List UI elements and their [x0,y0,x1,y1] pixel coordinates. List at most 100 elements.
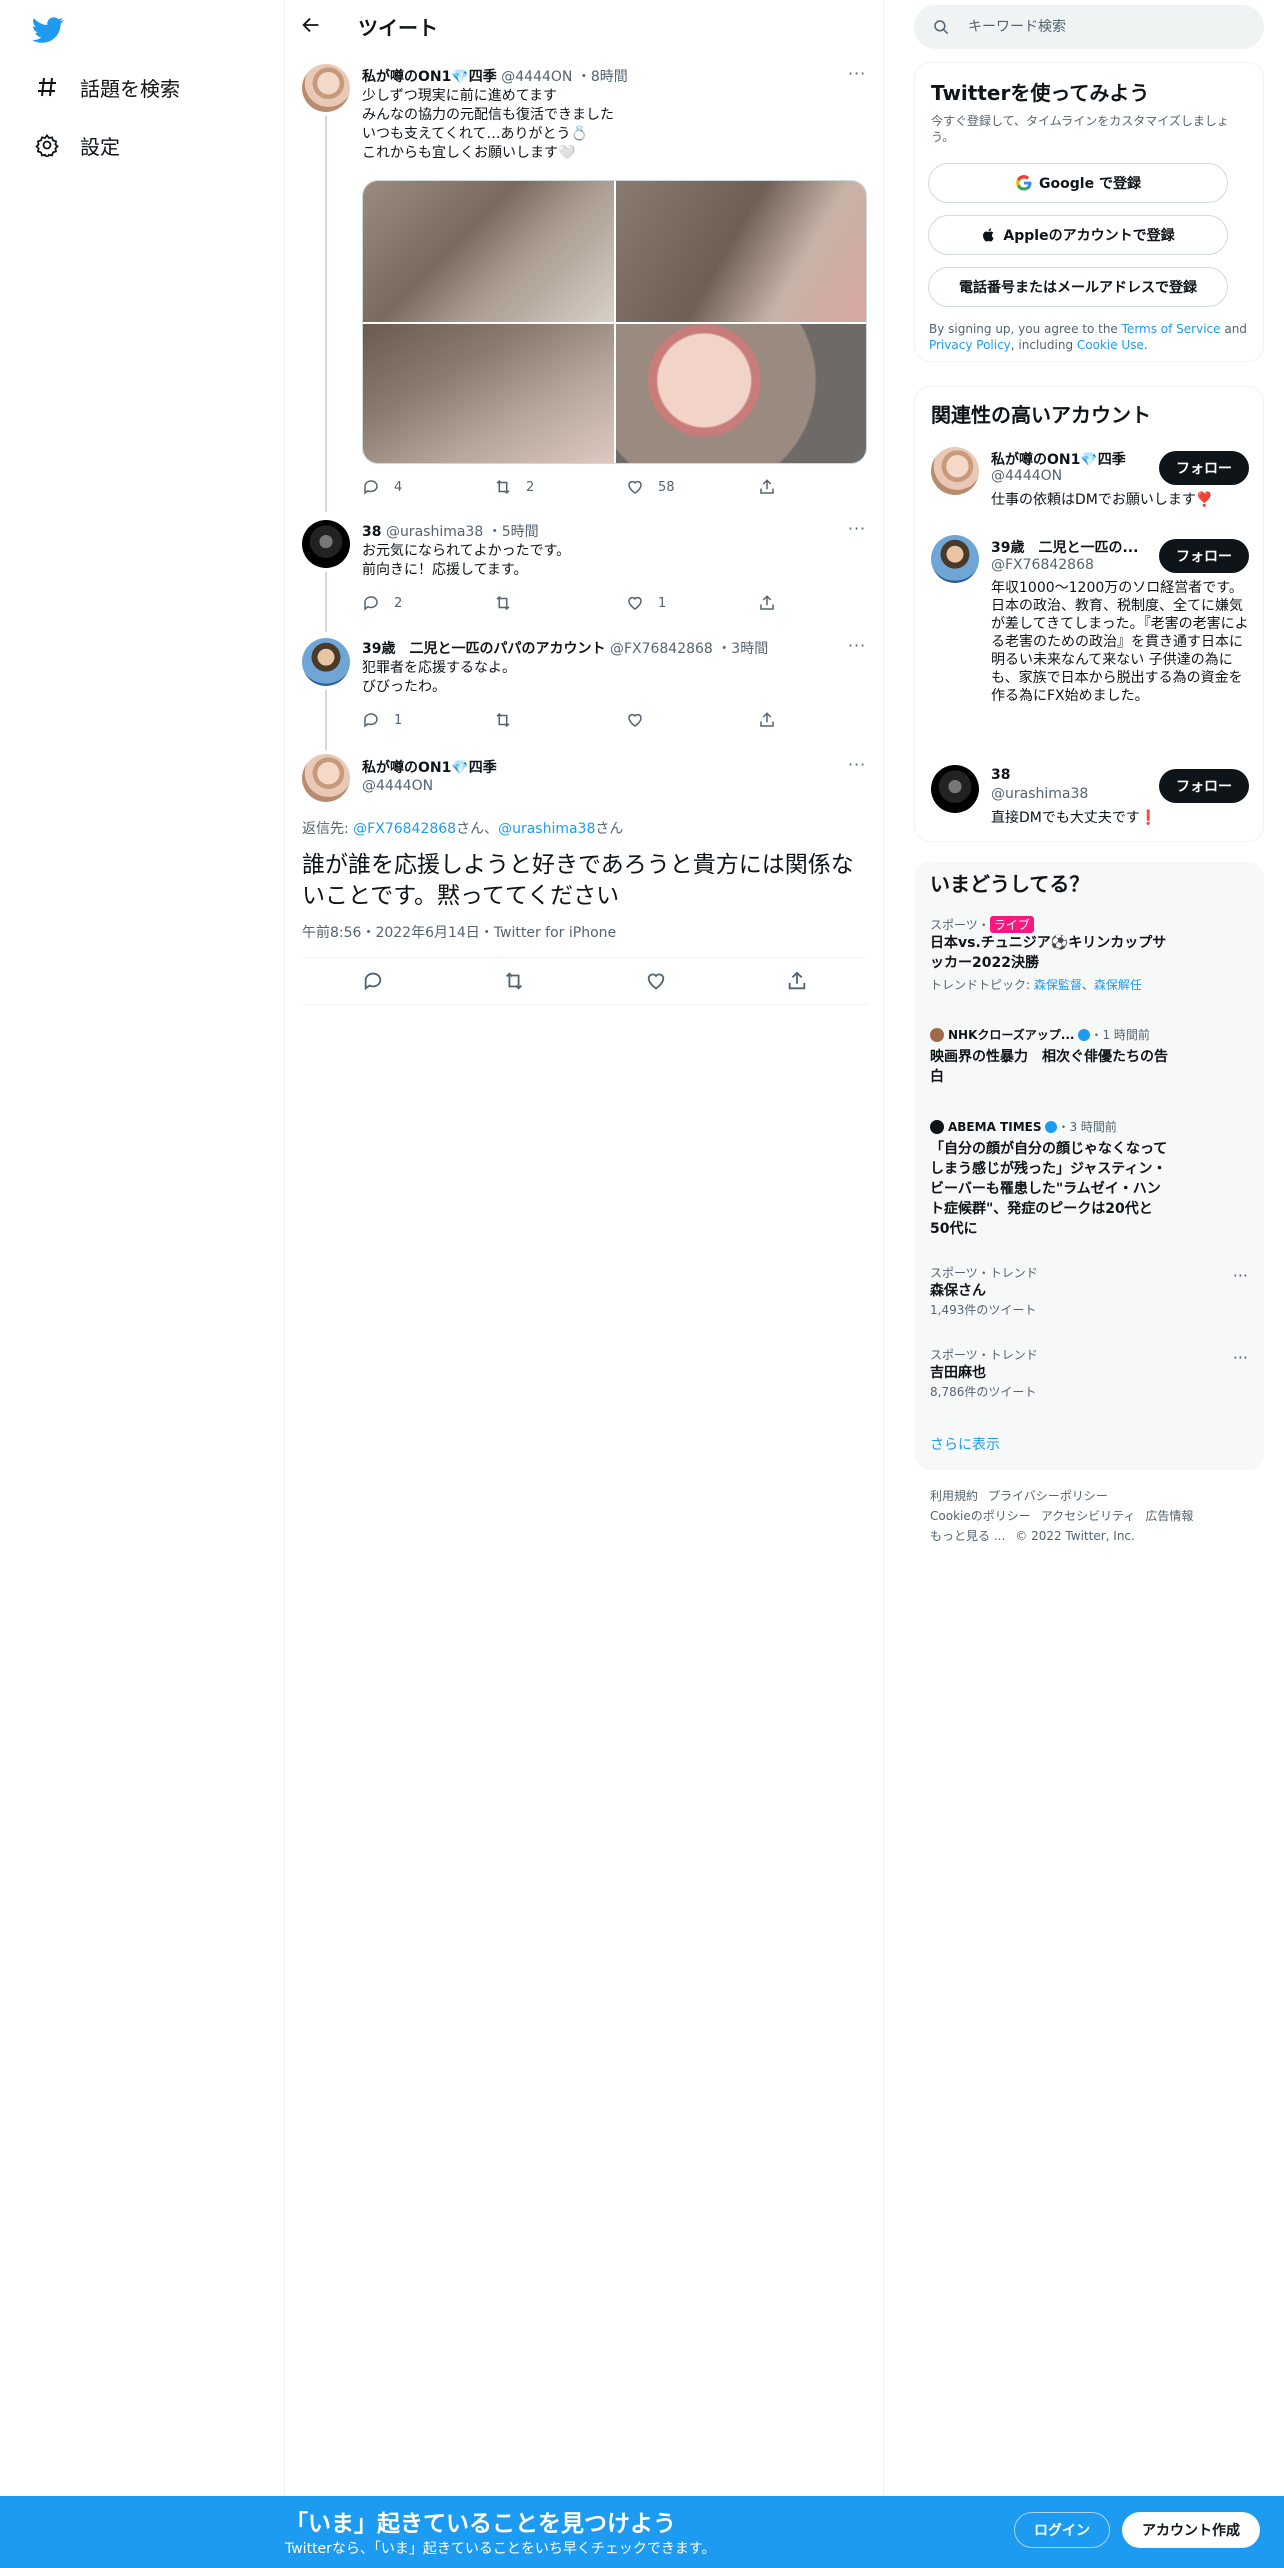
share-button[interactable] [758,711,776,729]
handle[interactable]: @urashima38 [991,786,1088,802]
nav-settings[interactable]: 設定 [34,123,120,167]
avatar[interactable] [931,765,979,813]
more-icon[interactable]: ··· [845,636,869,660]
avatar[interactable] [302,520,350,568]
display-name[interactable]: 39歳 二児と一匹の... [991,537,1138,557]
photo-grid[interactable] [362,180,867,464]
more-icon[interactable]: ··· [845,755,869,779]
reply-button[interactable]: 4 [362,478,402,496]
avatar[interactable] [931,535,979,583]
share-icon [760,712,774,727]
like-count: 58 [658,479,675,495]
back-arrow-icon[interactable] [300,14,324,38]
footer-accessibility-link[interactable]: アクセシビリティ [1041,1509,1136,1523]
login-banner: 「いま」起きていることを見つけよう Twitterなら、「いま」起きていることを… [0,2496,1284,2568]
like-button[interactable] [645,970,667,992]
cookie-link[interactable]: Cookie Use [1077,338,1144,352]
left-navigation: 話題を検索 設定 [0,0,285,2500]
retweet-button[interactable] [503,970,525,992]
handle[interactable]: @FX76842868 [991,557,1094,573]
photo-2[interactable] [616,181,866,322]
photo-4[interactable] [616,324,866,463]
search-box[interactable] [914,5,1264,49]
display-name[interactable]: 38 [991,767,1010,783]
handle[interactable]: @4444ON [501,69,572,85]
retweet-button[interactable] [494,711,512,729]
nav-explore[interactable]: 話題を検索 [34,65,180,109]
trend-topic-link[interactable]: 森保解任 [1094,978,1142,992]
reply-icon [364,596,378,611]
avatar[interactable] [302,754,350,802]
handle[interactable]: @FX76842868 [610,641,713,657]
twitter-bird-icon[interactable] [32,14,64,46]
avatar[interactable] [302,638,350,686]
reply-button[interactable]: 2 [362,594,402,612]
display-name[interactable]: 38 [362,524,381,540]
footer-ads-link[interactable]: 広告情報 [1145,1509,1193,1523]
legal-text: and [1220,322,1247,336]
trend-topic-separator: 、 [1081,978,1094,992]
google-signup-button[interactable]: Google で登録 [928,163,1228,203]
reply-honorific: さん [595,821,624,837]
privacy-link[interactable]: Privacy Policy [929,338,1011,352]
follow-button[interactable]: フォロー [1159,539,1249,573]
follow-button[interactable]: フォロー [1159,451,1249,485]
follow-button[interactable]: フォロー [1159,769,1249,803]
like-button[interactable] [626,711,644,729]
trend-item[interactable]: スポーツ・ ライブ 日本vs.チュニジア⚽キリンカップサッカー2022決勝 トレン… [930,916,1250,993]
phone-email-signup-button[interactable]: 電話番号またはメールアドレスで登録 [928,267,1228,307]
reply-mention[interactable]: @FX76842868 [353,821,456,837]
reply-mention[interactable]: @urashima38 [498,821,595,837]
login-button[interactable]: ログイン [1014,2512,1110,2548]
reply-button[interactable] [362,970,384,992]
handle[interactable]: @urashima38 [386,524,483,540]
share-button[interactable] [758,478,776,496]
display-name[interactable]: 私が噂のON1💎四季 [362,760,497,776]
heart-icon [628,713,642,727]
avatar[interactable] [931,447,979,495]
trend-item[interactable]: スポーツ・トレンド 森保さん 1,493件のツイート [930,1264,1250,1318]
trend-item[interactable]: スポーツ・トレンド 吉田麻也 8,786件のツイート [930,1346,1250,1400]
footer-cookie-link[interactable]: Cookieのポリシー [930,1509,1031,1523]
more-icon[interactable]: ··· [845,519,869,543]
handle[interactable]: @4444ON [362,778,433,794]
news-item[interactable]: ABEMA TIMES ・3 時間前 「自分の顔が自分の顔じゃなくなってしまう感… [930,1118,1250,1239]
more-icon[interactable]: ··· [1233,1348,1248,1367]
footer-terms-link[interactable]: 利用規約 [930,1489,978,1503]
display-name[interactable]: 39歳 二児と一匹のパパのアカウント [362,641,605,657]
photo-1[interactable] [363,181,614,322]
share-button[interactable] [786,970,808,992]
display-name[interactable]: 私が噂のON1💎四季 [991,449,1126,469]
tweet-meta[interactable]: 午前8:56・2022年6月14日・Twitter for iPhone [302,922,616,942]
search-input[interactable] [968,19,1248,35]
timestamp[interactable]: 5時間 [502,524,539,540]
handle[interactable]: @4444ON [991,468,1062,484]
news-item[interactable]: NHKクローズアップ... ・1 時間前 映画界の性暴力 相次ぐ俳優たちの告白 [930,1026,1250,1087]
like-button[interactable]: 1 [626,594,666,612]
banner-headline: 「いま」起きていることを見つけよう [285,2511,676,2537]
retweet-button[interactable]: 2 [494,478,534,496]
photo-3[interactable] [363,324,614,463]
trend-topic-link[interactable]: 森保監督 [1034,978,1082,992]
share-button[interactable] [758,594,776,612]
verified-icon [1045,1120,1058,1133]
footer-more-link[interactable]: もっと見る ... [930,1529,1005,1543]
heart-icon [628,480,642,494]
show-more-link[interactable]: さらに表示 [930,1434,1000,1454]
trends-title: いまどうしてる？ [930,872,1090,896]
reply-prefix: 返信先: [302,821,354,837]
terms-link[interactable]: Terms of Service [1122,322,1221,336]
like-button[interactable]: 58 [626,478,675,496]
apple-signup-button[interactable]: Appleのアカウントで登録 [928,215,1228,255]
more-icon[interactable]: ··· [1233,1266,1248,1285]
display-name[interactable]: 私が噂のON1💎四季 [362,69,497,85]
more-icon[interactable]: ··· [845,64,869,88]
reply-button[interactable]: 1 [362,711,402,729]
timestamp[interactable]: 8時間 [591,69,628,85]
footer-privacy-link[interactable]: プライバシーポリシー [988,1489,1108,1503]
signup-button[interactable]: アカウント作成 [1122,2512,1260,2548]
retweet-button[interactable] [494,594,512,612]
timestamp[interactable]: 3時間 [731,641,768,657]
avatar[interactable] [302,64,350,112]
google-icon [1016,175,1032,191]
